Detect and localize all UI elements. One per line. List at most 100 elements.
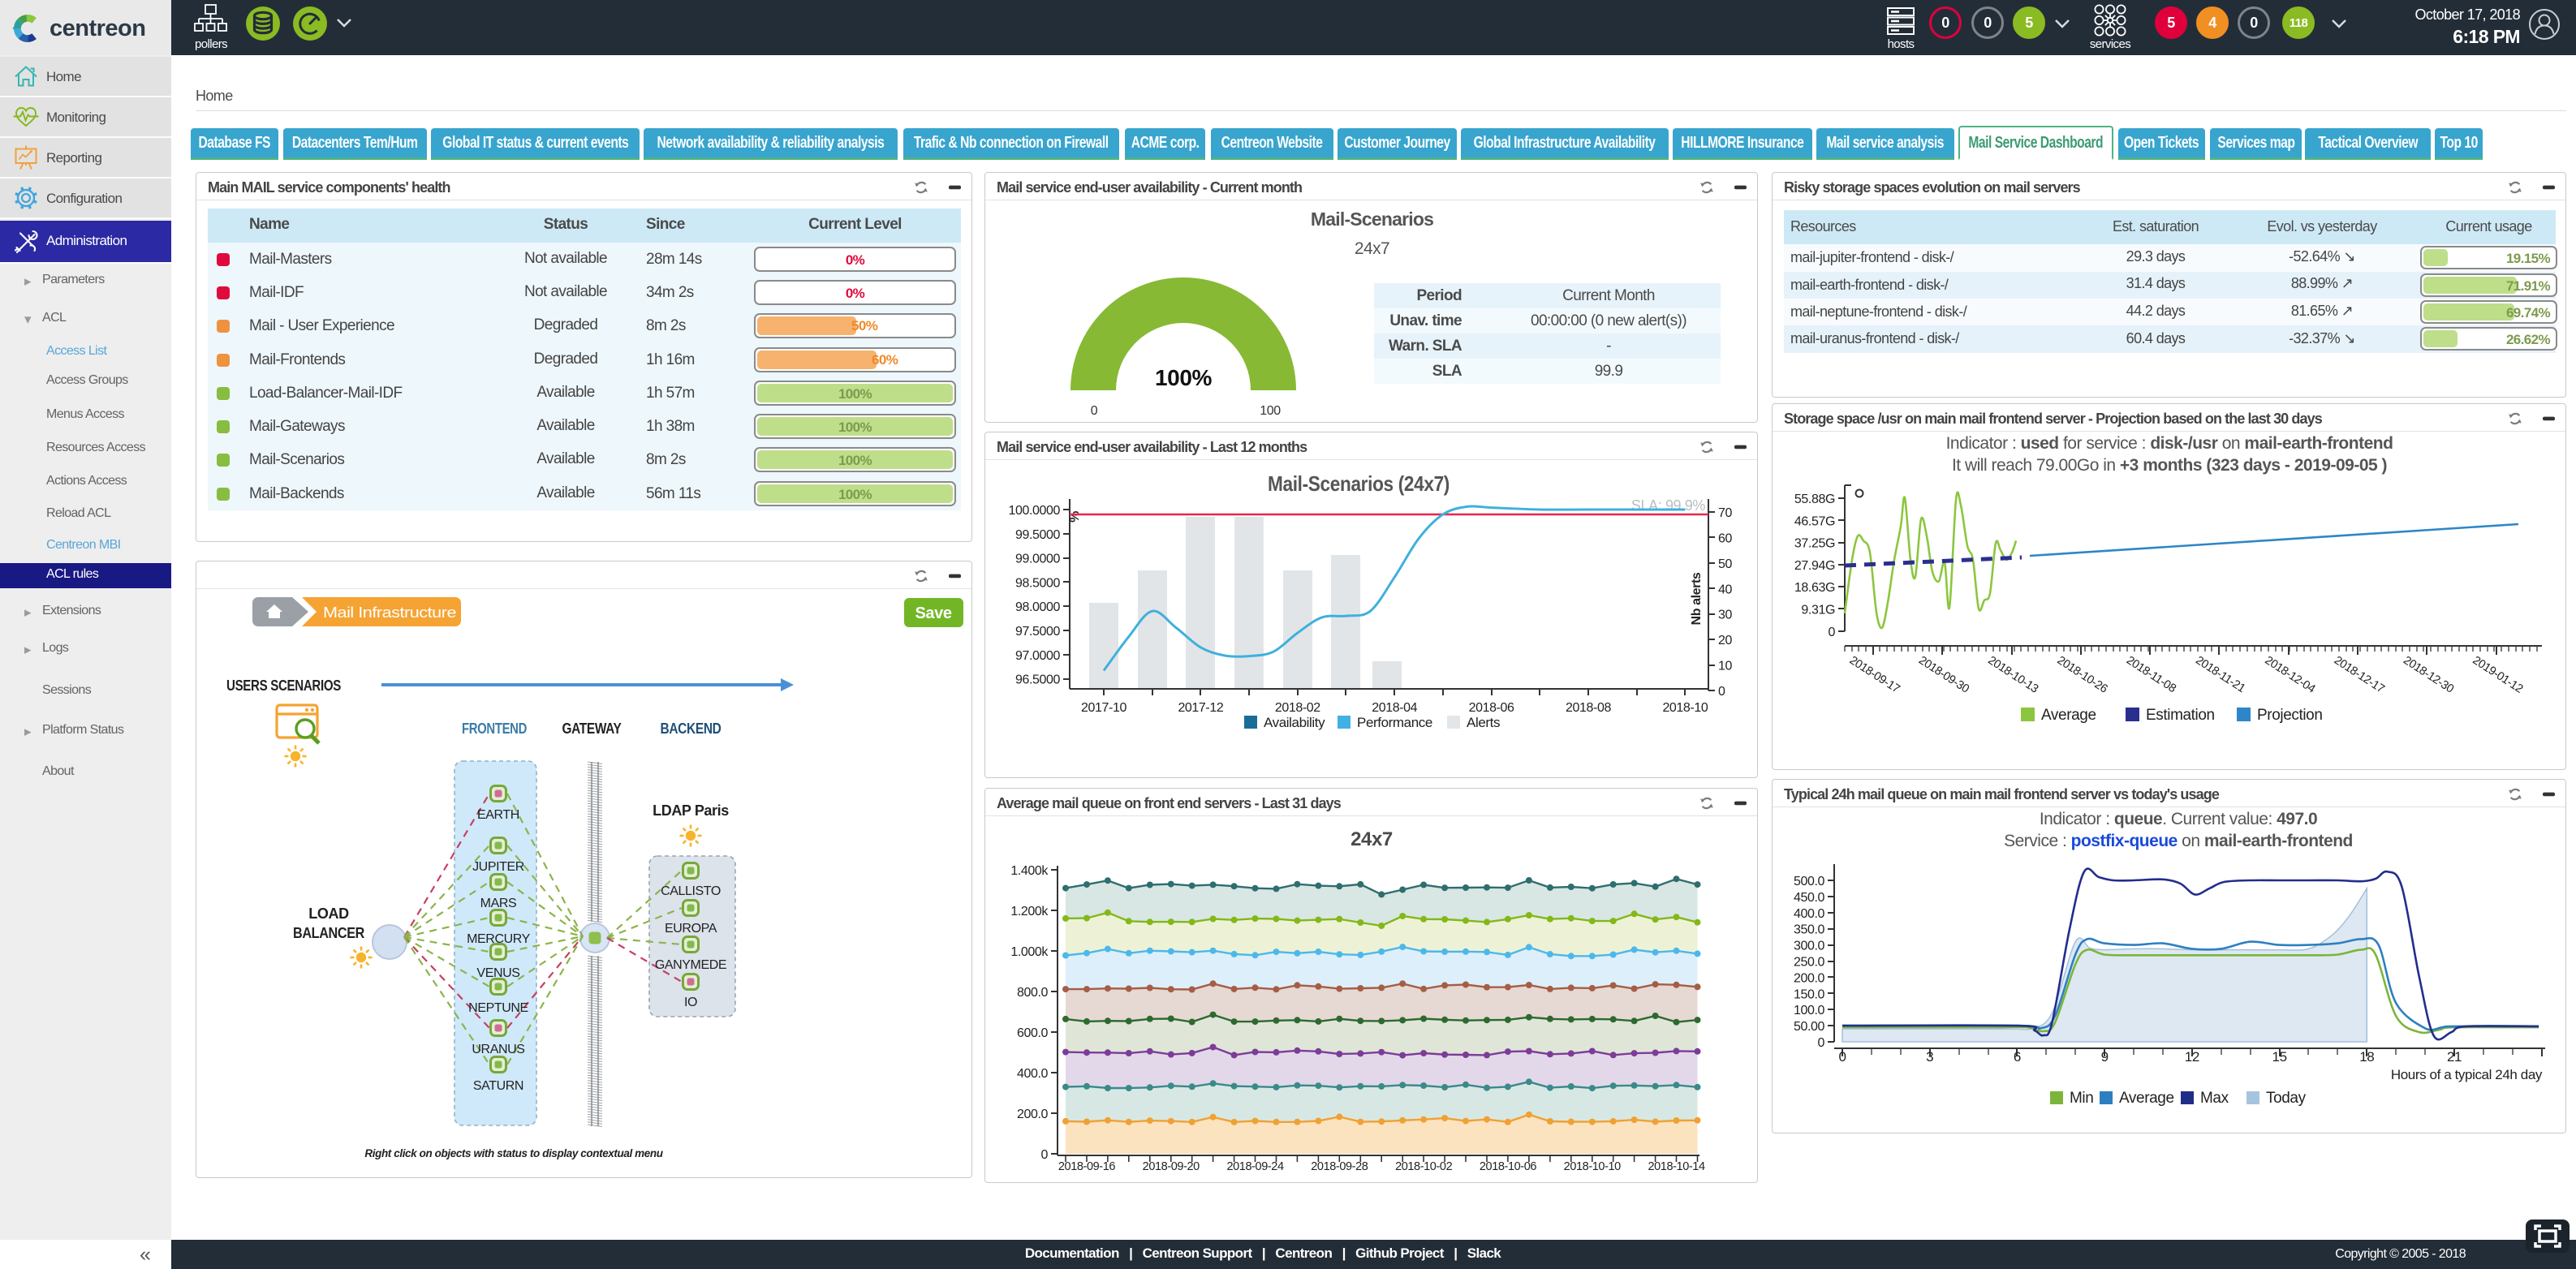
svg-text:Availability: Availability	[1264, 715, 1325, 730]
svg-text:2019-01-12: 2019-01-12	[2470, 654, 2526, 696]
svg-text:100: 100	[1260, 404, 1281, 418]
svg-text:2018-09-28: 2018-09-28	[1311, 1160, 1368, 1173]
svg-text:0: 0	[1718, 685, 1725, 699]
svg-text:600.0: 600.0	[1017, 1026, 1049, 1040]
svg-text:Hours of a typical 24h day: Hours of a typical 24h day	[2391, 1067, 2543, 1082]
svg-text:2018-11-21: 2018-11-21	[2193, 654, 2247, 695]
svg-text:JUPITER: JUPITER	[472, 860, 524, 874]
svg-text:400.0: 400.0	[1794, 907, 1825, 921]
svg-text:Save: Save	[915, 604, 951, 622]
svg-text:Estimation: Estimation	[2146, 707, 2215, 724]
svg-text:GATEWAY: GATEWAY	[562, 721, 622, 737]
svg-text:2018-09-30: 2018-09-30	[1916, 654, 1971, 696]
svg-text:27.94G: 27.94G	[1794, 559, 1835, 573]
svg-text:18.63G: 18.63G	[1794, 581, 1835, 595]
svg-text:55.88G: 55.88G	[1794, 493, 1835, 506]
svg-text:9: 9	[2101, 1049, 2109, 1065]
svg-text:2017-10: 2017-10	[1081, 701, 1126, 715]
svg-text:2018-10-10: 2018-10-10	[1564, 1160, 1622, 1173]
svg-text:1.400k: 1.400k	[1010, 864, 1049, 878]
svg-text:400.0: 400.0	[1017, 1067, 1049, 1081]
svg-text:Mail Infrastructure: Mail Infrastructure	[323, 604, 456, 621]
svg-text:9.31G: 9.31G	[1801, 604, 1835, 617]
svg-text:97.5000: 97.5000	[1015, 625, 1061, 639]
svg-text:2018-06: 2018-06	[1469, 701, 1514, 715]
svg-text:46.57G: 46.57G	[1794, 514, 1835, 528]
svg-text:2018-09-24: 2018-09-24	[1226, 1160, 1284, 1173]
svg-text:LDAP Paris: LDAP Paris	[653, 802, 729, 819]
svg-text:BALANCER: BALANCER	[293, 925, 364, 941]
svg-text:450.0: 450.0	[1794, 891, 1825, 905]
svg-text:USERS SCENARIOS: USERS SCENARIOS	[226, 678, 341, 694]
svg-text:0: 0	[1091, 404, 1098, 418]
svg-text:200.0: 200.0	[1794, 971, 1825, 985]
svg-text:MARS: MARS	[480, 897, 517, 910]
svg-text:70: 70	[1718, 506, 1732, 520]
svg-text:2018-09-20: 2018-09-20	[1143, 1160, 1200, 1173]
svg-text:Projection: Projection	[2257, 707, 2323, 724]
svg-text:2018-12-17: 2018-12-17	[2332, 654, 2387, 696]
svg-text:0: 0	[1818, 1036, 1825, 1050]
svg-text:Max: Max	[2200, 1090, 2229, 1107]
svg-text:SLA: 99.9%: SLA: 99.9%	[1631, 497, 1705, 514]
svg-text:%: %	[1068, 511, 1082, 523]
svg-text:0: 0	[1041, 1148, 1049, 1162]
svg-text:24x7: 24x7	[1350, 828, 1393, 850]
svg-text:URANUS: URANUS	[472, 1043, 524, 1056]
svg-text:40: 40	[1718, 583, 1732, 596]
svg-text:200.0: 200.0	[1017, 1108, 1049, 1121]
svg-text:18: 18	[2359, 1049, 2374, 1065]
svg-text:2018-02: 2018-02	[1275, 701, 1320, 715]
svg-text:Average: Average	[2041, 707, 2096, 724]
svg-text:Min: Min	[2070, 1090, 2093, 1107]
svg-text:LOAD: LOAD	[308, 906, 349, 922]
svg-text:21: 21	[2447, 1049, 2462, 1065]
svg-text:2017-12: 2017-12	[1178, 701, 1223, 715]
svg-text:99.0000: 99.0000	[1015, 553, 1061, 566]
svg-text:2018-10-06: 2018-10-06	[1480, 1160, 1537, 1173]
svg-text:2018-12-30: 2018-12-30	[2401, 654, 2456, 696]
svg-text:Service : postfix-queue on mai: Service : postfix-queue on mail-earth-fr…	[2004, 832, 2353, 850]
svg-text:2018-10-13: 2018-10-13	[1985, 654, 2040, 696]
svg-text:Indicator : queue. Current val: Indicator : queue. Current value: 497.0	[2040, 810, 2317, 828]
svg-text:12: 12	[2185, 1049, 2199, 1065]
svg-text:1.200k: 1.200k	[1010, 905, 1049, 918]
svg-text:99.5000: 99.5000	[1015, 528, 1061, 542]
svg-text:Performance: Performance	[1357, 715, 1432, 730]
svg-text:2018-09-17: 2018-09-17	[1847, 654, 1902, 696]
svg-text:50: 50	[1718, 557, 1732, 571]
svg-text:Right click on objects with st: Right click on objects with status to di…	[364, 1147, 663, 1159]
svg-text:60: 60	[1718, 531, 1732, 545]
svg-text:100.0: 100.0	[1794, 1004, 1825, 1017]
svg-text:98.5000: 98.5000	[1015, 576, 1061, 590]
svg-text:Mail-Scenarios (24x7): Mail-Scenarios (24x7)	[1268, 471, 1450, 496]
svg-text:Indicator : used for service :: Indicator : used for service : disk-/usr…	[1946, 434, 2393, 453]
svg-text:2018-10-14: 2018-10-14	[1648, 1160, 1705, 1173]
svg-text:500.0: 500.0	[1794, 875, 1825, 888]
svg-text:3: 3	[1926, 1049, 1933, 1065]
svg-text:300.0: 300.0	[1794, 940, 1825, 953]
svg-text:IO: IO	[684, 996, 697, 1009]
svg-text:250.0: 250.0	[1794, 956, 1825, 970]
svg-text:6: 6	[2014, 1049, 2021, 1065]
svg-text:Alerts: Alerts	[1467, 715, 1500, 730]
svg-text:2018-04: 2018-04	[1372, 701, 1417, 715]
svg-text:GANYMEDE: GANYMEDE	[655, 958, 726, 972]
svg-text:Today: Today	[2266, 1090, 2307, 1107]
svg-text:350.0: 350.0	[1794, 923, 1825, 937]
svg-text:50.00: 50.00	[1794, 1020, 1825, 1034]
svg-text:2018-10-02: 2018-10-02	[1395, 1160, 1453, 1173]
svg-text:2018-12-04: 2018-12-04	[2263, 654, 2318, 696]
svg-text:Average: Average	[2119, 1090, 2174, 1107]
svg-text:150.0: 150.0	[1794, 987, 1825, 1001]
svg-text:100%: 100%	[1155, 365, 1213, 390]
svg-text:100.0000: 100.0000	[1008, 504, 1060, 518]
svg-text:30: 30	[1718, 609, 1732, 622]
svg-text:0: 0	[1829, 626, 1836, 639]
svg-text:NEPTUNE: NEPTUNE	[468, 1001, 528, 1015]
svg-text:BACKEND: BACKEND	[661, 721, 722, 737]
svg-text:10: 10	[1718, 660, 1732, 673]
svg-text:2018-08: 2018-08	[1566, 701, 1611, 715]
svg-text:97.0000: 97.0000	[1015, 649, 1061, 663]
svg-text:FRONTEND: FRONTEND	[462, 721, 527, 737]
